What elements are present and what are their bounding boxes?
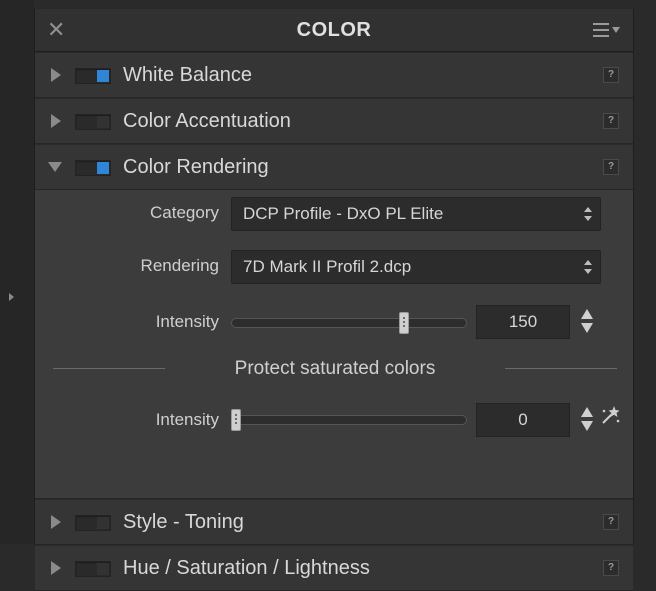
category-label: Category <box>150 203 219 222</box>
panel-title: COLOR <box>296 19 372 41</box>
intensity-slider-track[interactable] <box>231 318 467 328</box>
rendering-label: Rendering <box>140 256 219 275</box>
rendering-value: 7D Mark II Profil 2.dcp <box>243 257 412 276</box>
intensity-slider-thumb[interactable] <box>399 312 409 334</box>
rendering-select[interactable]: 7D Mark II Profil 2.dcp <box>231 250 601 284</box>
section-white-balance[interactable]: White Balance ? <box>35 52 633 98</box>
protect-intensity-label: Intensity <box>155 410 219 429</box>
style-toning-toggle[interactable] <box>75 515 111 531</box>
section-label: White Balance <box>123 64 252 86</box>
category-value: DCP Profile - DxO PL Elite <box>243 204 444 223</box>
expand-sidebar-icon[interactable] <box>9 293 14 301</box>
select-updown-icon <box>584 207 592 221</box>
divider-line-left <box>53 368 165 369</box>
section-label: Color Rendering <box>123 156 269 178</box>
help-icon[interactable]: ? <box>603 560 619 576</box>
color-rendering-body: Category DCP Profile - DxO PL Elite Rend… <box>35 190 633 499</box>
section-color-accentuation[interactable]: Color Accentuation ? <box>35 98 633 144</box>
expand-arrow-icon[interactable] <box>51 561 61 575</box>
protect-intensity-slider-track[interactable] <box>231 415 467 425</box>
hsl-toggle[interactable] <box>75 561 111 577</box>
section-label: Hue / Saturation / Lightness <box>123 557 370 579</box>
help-icon[interactable]: ? <box>603 159 619 175</box>
expand-arrow-icon[interactable] <box>51 68 61 82</box>
category-select[interactable]: DCP Profile - DxO PL Elite <box>231 197 601 231</box>
color-accentuation-toggle[interactable] <box>75 114 111 130</box>
protect-intensity-value-field[interactable]: 0 <box>476 403 570 437</box>
magic-wand-icon[interactable] <box>599 405 621 427</box>
expand-arrow-icon[interactable] <box>51 114 61 128</box>
intensity-value-field[interactable]: 150 <box>476 305 570 339</box>
color-palette-panel: ✕ COLOR White Balance ? Color Accentuati… <box>34 9 634 591</box>
left-side-strip <box>0 0 34 544</box>
section-color-rendering[interactable]: Color Rendering ? <box>35 144 633 190</box>
divider-line-right <box>505 368 617 369</box>
section-hue-saturation-lightness[interactable]: Hue / Saturation / Lightness ? <box>35 545 633 591</box>
section-label: Color Accentuation <box>123 110 291 132</box>
help-icon[interactable]: ? <box>603 514 619 530</box>
section-style-toning[interactable]: Style - Toning ? <box>35 499 633 545</box>
help-icon[interactable]: ? <box>603 67 619 83</box>
intensity-stepper-icon[interactable] <box>580 306 594 336</box>
menu-dropdown-icon[interactable] <box>593 22 621 38</box>
intensity-label: Intensity <box>155 312 219 331</box>
white-balance-toggle[interactable] <box>75 68 111 84</box>
help-icon[interactable]: ? <box>603 113 619 129</box>
section-label: Style - Toning <box>123 511 244 533</box>
panel-header: ✕ COLOR <box>35 9 633 52</box>
protect-intensity-stepper-icon[interactable] <box>580 404 594 434</box>
collapse-arrow-icon[interactable] <box>48 162 62 172</box>
select-updown-icon <box>584 260 592 274</box>
expand-arrow-icon[interactable] <box>51 515 61 529</box>
protect-saturated-colors-title: Protect saturated colors <box>234 358 436 379</box>
protect-intensity-slider-thumb[interactable] <box>231 409 241 431</box>
color-rendering-toggle[interactable] <box>75 160 111 176</box>
